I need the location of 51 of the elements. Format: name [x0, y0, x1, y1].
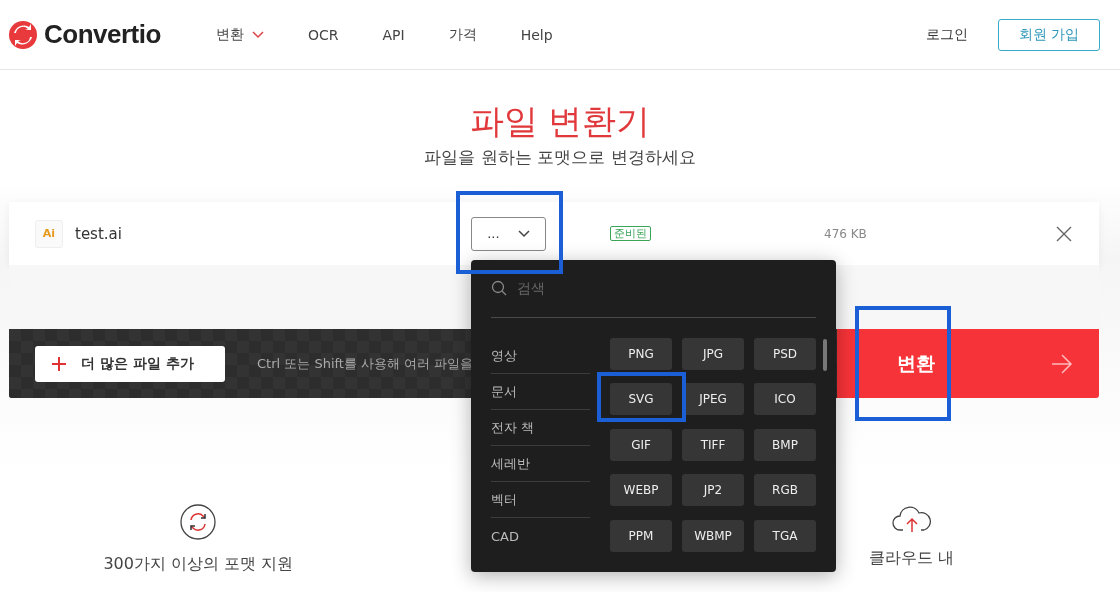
- format-option[interactable]: TGA: [754, 519, 816, 552]
- close-button[interactable]: [1055, 224, 1073, 243]
- file-name: test.ai: [75, 224, 123, 243]
- format-option[interactable]: SVG: [610, 383, 672, 416]
- format-select[interactable]: ...: [471, 216, 546, 251]
- cloud-upload-icon: [890, 504, 933, 534]
- format-option[interactable]: PSD: [754, 338, 816, 370]
- search-field[interactable]: 검색: [515, 278, 715, 297]
- format-option[interactable]: WBMP: [682, 519, 744, 552]
- nav-link[interactable]: 변환: [216, 25, 264, 44]
- format-option[interactable]: GIF: [610, 428, 672, 461]
- logo-icon: [8, 19, 38, 50]
- format-option[interactable]: TIFF: [682, 428, 744, 461]
- format-option[interactable]: PPM: [610, 519, 672, 552]
- format-option[interactable]: ICO: [754, 383, 816, 416]
- feature-label: 300가지 이상의 포맷 지원: [103, 554, 294, 575]
- format-option[interactable]: WEBP: [610, 474, 672, 507]
- file-size: 476 KB: [824, 226, 868, 241]
- nav-link[interactable]: OCR: [308, 25, 339, 44]
- sync-icon: [180, 504, 217, 540]
- category-item[interactable]: 세레반: [491, 446, 590, 482]
- category-item[interactable]: CAD: [491, 518, 590, 554]
- category-item[interactable]: 문서: [491, 374, 590, 410]
- page-title: 파일 변환기: [469, 100, 651, 142]
- plus-icon: [51, 355, 67, 372]
- arrow-icon: [1051, 353, 1073, 374]
- page-subtitle: 파일을 원하는 포맷으로 변경하세요: [424, 146, 696, 169]
- search-icon: [491, 279, 507, 296]
- format-option[interactable]: PNG: [610, 338, 672, 370]
- format-option[interactable]: RGB: [754, 474, 816, 507]
- format-option[interactable]: JPG: [682, 338, 744, 370]
- caret-icon: [252, 30, 264, 39]
- logo-text[interactable]: Convertio: [44, 19, 161, 50]
- feature-label: 클라우드 내: [869, 548, 955, 569]
- convert-button[interactable]: 변환: [837, 329, 1099, 398]
- hint-text: Ctrl 또는 Shift를 사용해 여러 파일을: [257, 354, 474, 373]
- nav-link[interactable]: API: [382, 25, 405, 44]
- file-type-icon: Ai: [35, 219, 63, 248]
- add-files-button[interactable]: 더 많은 파일 추가: [35, 345, 225, 382]
- format-option[interactable]: BMP: [754, 428, 816, 461]
- signup-button[interactable]: 회원 가입: [997, 18, 1100, 51]
- login-link[interactable]: 로그인: [925, 25, 968, 44]
- category-item[interactable]: 영상: [491, 338, 590, 374]
- nav-link[interactable]: Help: [520, 25, 553, 44]
- scrollbar[interactable]: [823, 339, 827, 371]
- format-option[interactable]: JP2: [682, 474, 744, 507]
- status-tag: 준비된: [610, 226, 651, 241]
- category-item[interactable]: 벡터: [491, 482, 590, 518]
- category-item[interactable]: 전자 책: [491, 410, 590, 446]
- nav-link[interactable]: 가격: [448, 25, 477, 44]
- caret-icon: [517, 229, 530, 238]
